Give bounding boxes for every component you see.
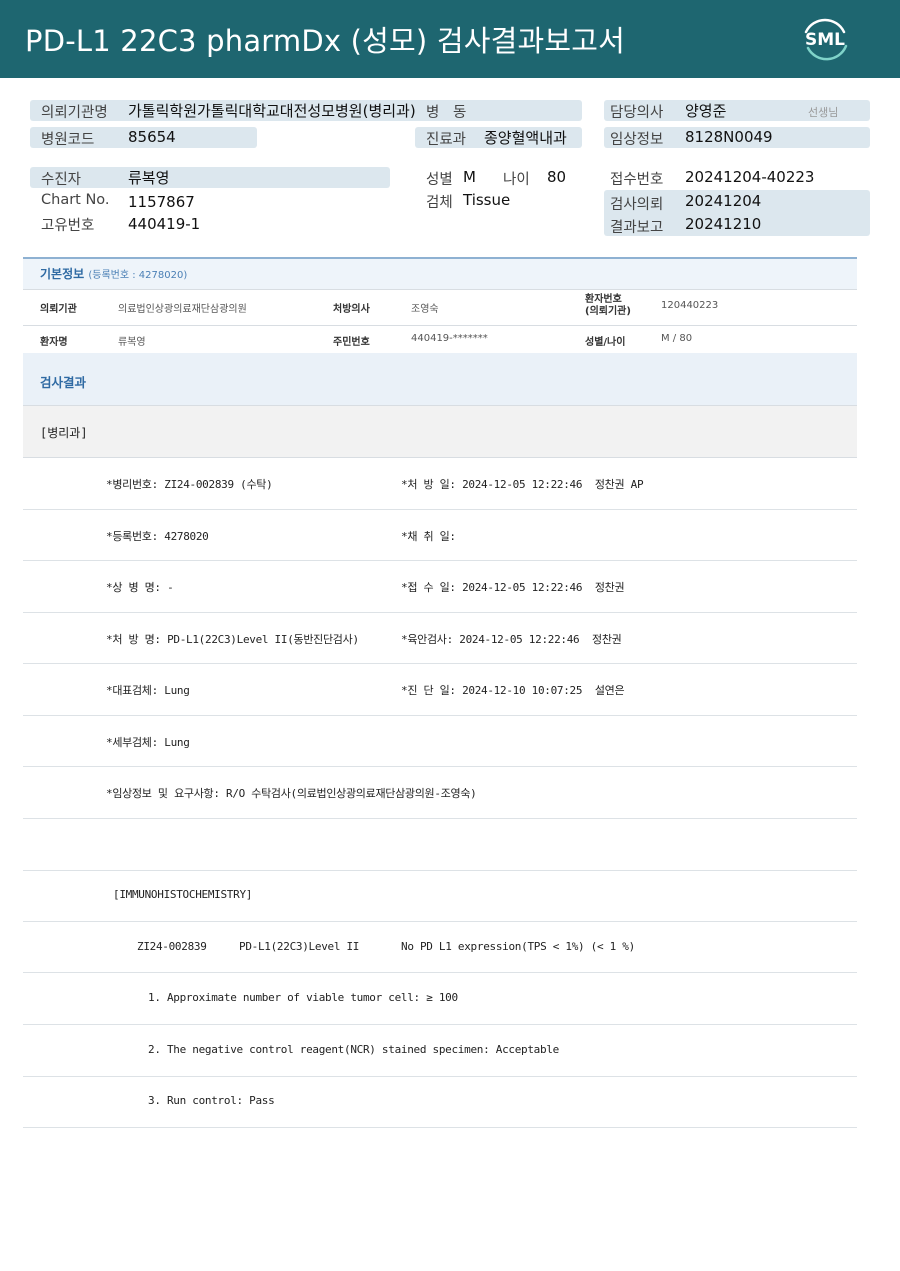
clinical-value: 8128N0049 — [685, 128, 773, 146]
ihc-note: 2. The negative control reagent(NCR) sta… — [148, 1043, 559, 1056]
dept-header — [23, 406, 857, 458]
patient-label: 수진자 — [41, 172, 82, 188]
request-label: 검사의뢰 — [610, 197, 664, 213]
row-divider — [23, 612, 857, 613]
row-divider — [23, 921, 857, 922]
ihc-id: ZI24-002839 — [137, 940, 207, 953]
result-line-right: *접 수 일: 2024-12-05 12:22:46 정찬권 — [401, 581, 625, 594]
results-header — [23, 353, 857, 406]
doctor-suffix: 선생님 — [808, 106, 839, 119]
result-line-right: *진 단 일: 2024-12-10 10:07:25 설연은 — [401, 684, 625, 697]
result-line-left: *상 병 명: - — [106, 581, 174, 594]
result-line-left: *대표검체: Lung — [106, 684, 190, 697]
basic-key-patient-no-b: (의뢰기관) — [585, 306, 631, 317]
ward-suffix: 동 — [453, 105, 467, 121]
chart-label: Chart No. — [41, 192, 110, 208]
unique-value: 440419-1 — [128, 215, 201, 233]
basic-key-sex-age: 성별/나이 — [585, 337, 626, 348]
basic-key-patient-no-a: 환자번호 — [585, 294, 622, 305]
row-divider — [23, 663, 857, 664]
result-line-right: *육안검사: 2024-12-05 12:22:46 정찬권 — [401, 633, 622, 646]
result-line-left: *세부검체: Lung — [106, 736, 190, 749]
row-divider — [23, 560, 857, 561]
receipt-label: 접수번호 — [610, 172, 664, 188]
request-value: 20241204 — [685, 192, 762, 210]
row-divider — [23, 1076, 857, 1077]
result-line-right: *채 취 일: — [401, 530, 456, 543]
ihc-test: PD-L1(22C3)Level II — [239, 940, 360, 953]
basic-val-institution: 의료법인상광의료재단삼광의원 — [118, 304, 247, 315]
basic-key-doctor: 처방의사 — [333, 304, 370, 315]
institution-value: 가톨릭학원가톨릭대학교대전성모병원(병리과) — [128, 102, 416, 120]
patient-bar — [30, 167, 390, 188]
unique-label: 고유번호 — [41, 218, 95, 234]
result-report-value: 20241210 — [685, 215, 762, 233]
doctor-value: 양영준 — [685, 102, 727, 120]
row-divider — [23, 972, 857, 973]
basic-val-name: 류복영 — [118, 337, 146, 348]
ihc-result: No PD L1 expression(TPS < 1%) (< 1 %) — [401, 940, 635, 953]
result-report-label: 결과보고 — [610, 220, 664, 236]
row-divider — [23, 509, 857, 510]
dept-name: [병리과] — [40, 426, 88, 440]
specimen-label: 검체 — [426, 195, 453, 211]
chart-value: 1157867 — [128, 193, 195, 211]
row-divider — [23, 766, 857, 767]
basic-key-ssn: 주민번호 — [333, 337, 370, 348]
row-divider — [23, 870, 857, 871]
ihc-note: 1. Approximate number of viable tumor ce… — [148, 991, 458, 1004]
ihc-note: 3. Run control: Pass — [148, 1094, 275, 1107]
result-line-left: *등록번호: 4278020 — [106, 530, 209, 543]
receipt-value: 20241204-40223 — [685, 168, 815, 186]
institution-label: 의뢰기관명 — [41, 105, 108, 121]
row-divider — [23, 325, 857, 326]
basic-key-patient-no: 환자번호 (의뢰기관) — [585, 294, 631, 318]
hospital-code-value: 85654 — [128, 128, 176, 146]
basic-val-doctor: 조영숙 — [411, 304, 439, 315]
row-divider — [23, 1024, 857, 1025]
dept-value: 종양혈액내과 — [484, 129, 567, 147]
dept-label: 진료과 — [426, 132, 467, 148]
row-divider — [23, 289, 857, 290]
basic-val-sex-age: M / 80 — [661, 333, 693, 344]
result-line-left: *병리번호: ZI24-002839 (수탁) — [106, 478, 273, 491]
registration-number: (등록번호 : 4278020) — [88, 270, 188, 281]
logo-text: SML — [805, 30, 845, 50]
ihc-header: [IMMUNOHISTOCHEMISTRY] — [113, 888, 253, 901]
age-value: 80 — [547, 168, 567, 186]
specimen-value: Tissue — [463, 191, 511, 209]
hospital-code-label: 병원코드 — [41, 132, 95, 148]
results-title: 검사결과 — [40, 375, 87, 390]
patient-value: 류복영 — [128, 169, 170, 187]
basic-val-ssn: 440419-******* — [411, 333, 488, 344]
basic-info-title: 기본정보 (등록번호 : 4278020) — [40, 265, 187, 282]
basic-info-title-text: 기본정보 — [40, 267, 85, 281]
result-line-left: *임상정보 및 요구사항: R/O 수탁검사(의료법인상광의료재단삼광의원-조영… — [106, 787, 477, 800]
result-line-left: *처 방 명: PD-L1(22C3)Level II(동반진단검사) — [106, 633, 359, 646]
report-title: PD-L1 22C3 pharmDx (성모) 검사결과보고서 — [25, 24, 626, 58]
row-divider — [23, 818, 857, 819]
basic-key-institution: 의뢰기관 — [40, 304, 77, 315]
clinical-label: 임상정보 — [610, 132, 664, 148]
result-line-right: *처 방 일: 2024-12-05 12:22:46 정찬권 AP — [401, 478, 644, 491]
basic-val-patient-no: 120440223 — [661, 300, 719, 311]
ward-label: 병 — [426, 105, 440, 121]
doctor-label: 담당의사 — [610, 105, 664, 121]
sml-logo-icon: SML — [798, 12, 852, 66]
sex-label: 성별 — [426, 172, 453, 188]
basic-key-name: 환자명 — [40, 337, 68, 348]
report-header: PD-L1 22C3 pharmDx (성모) 검사결과보고서 SML — [0, 0, 900, 78]
row-divider — [23, 715, 857, 716]
row-divider — [23, 1127, 857, 1128]
age-label: 나이 — [503, 172, 530, 188]
sex-value: M — [463, 168, 476, 186]
